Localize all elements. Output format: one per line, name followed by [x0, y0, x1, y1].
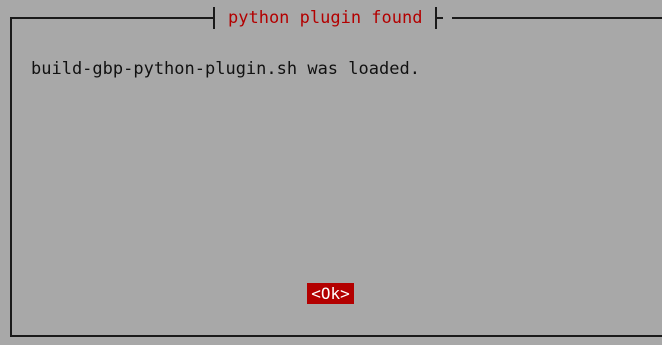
dialog-title-bar: python plugin found: [207, 6, 444, 30]
dialog-border-top-left: [10, 17, 215, 19]
dialog-title: python plugin found: [228, 8, 423, 28]
dialog-border-bottom: [10, 335, 662, 337]
dialog-border-left: [10, 17, 12, 337]
title-left-bracket: [207, 7, 215, 29]
ok-button[interactable]: <Ok>: [307, 283, 354, 304]
title-right-bracket: [435, 7, 444, 29]
dialog-message: build-gbp-python-plugin.sh was loaded.: [31, 59, 420, 79]
dialog-box: python plugin found build-gbp-python-plu…: [0, 0, 662, 345]
dialog-border-top-right: [452, 17, 662, 19]
